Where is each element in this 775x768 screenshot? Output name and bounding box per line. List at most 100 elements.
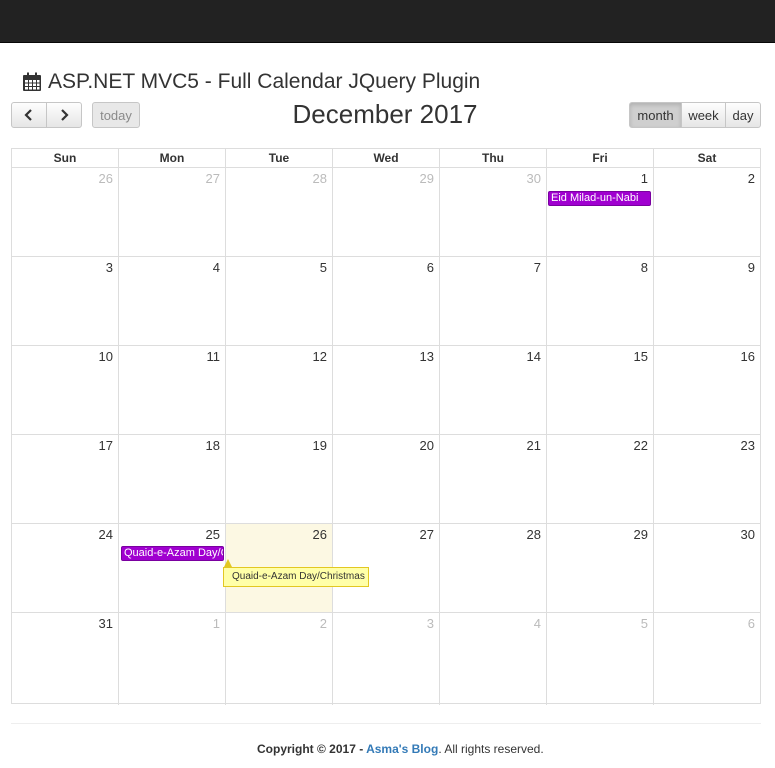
day-cell[interactable]: 26 bbox=[12, 168, 119, 256]
dow-header: Sun bbox=[12, 149, 119, 167]
today-button[interactable]: today bbox=[92, 102, 140, 128]
day-cell[interactable]: 27 bbox=[119, 168, 226, 256]
day-cell[interactable]: 2 bbox=[226, 613, 333, 705]
day-cell[interactable]: 10 bbox=[12, 346, 119, 434]
day-view-button[interactable]: day bbox=[725, 102, 761, 128]
next-button[interactable] bbox=[46, 102, 82, 128]
day-number: 27 bbox=[205, 171, 220, 186]
day-number: 3 bbox=[105, 260, 113, 275]
day-number: 9 bbox=[747, 260, 755, 275]
day-cell[interactable]: 31 bbox=[12, 613, 119, 705]
day-cell[interactable]: 20 bbox=[333, 435, 440, 523]
day-number: 28 bbox=[526, 527, 541, 542]
day-number: 14 bbox=[526, 349, 541, 364]
month-calendar-grid: Sun Mon Tue Wed Thu Fri Sat 26 27 28 29 30 1 2… bbox=[11, 148, 761, 705]
dow-header: Thu bbox=[440, 149, 547, 167]
dow-header: Tue bbox=[226, 149, 333, 167]
day-cell[interactable]: 14 bbox=[440, 346, 547, 434]
day-cell[interactable]: 4 bbox=[119, 257, 226, 345]
event-tooltip: Quaid-e-Azam Day/Christmas bbox=[223, 567, 369, 587]
day-number: 28 bbox=[312, 171, 327, 186]
week-view-button[interactable]: week bbox=[681, 102, 726, 128]
tooltip-arrow bbox=[224, 559, 232, 567]
calendar-event[interactable]: Eid Milad-un-Nabi bbox=[548, 191, 651, 206]
dow-header: Wed bbox=[333, 149, 440, 167]
day-cell[interactable]: 25 bbox=[119, 524, 226, 612]
day-number: 30 bbox=[740, 527, 755, 542]
day-number: 23 bbox=[740, 438, 755, 453]
day-cell[interactable]: 7 bbox=[440, 257, 547, 345]
day-cell[interactable]: 3 bbox=[333, 613, 440, 705]
day-number: 21 bbox=[526, 438, 541, 453]
day-number: 17 bbox=[98, 438, 113, 453]
day-number: 12 bbox=[312, 349, 327, 364]
day-number: 5 bbox=[640, 616, 648, 631]
footer-suffix: . All rights reserved. bbox=[438, 742, 544, 756]
day-number: 2 bbox=[319, 616, 327, 631]
day-cell[interactable]: 8 bbox=[547, 257, 654, 345]
calendar-weeks: 26 27 28 29 30 1 2 3 4 5 6 7 8 9 10 11 12 13 14 15 16 17 18 19 2… bbox=[12, 168, 760, 705]
day-cell[interactable]: 5 bbox=[226, 257, 333, 345]
day-number: 7 bbox=[533, 260, 541, 275]
footer-divider bbox=[11, 723, 761, 724]
day-number: 19 bbox=[312, 438, 327, 453]
top-navbar bbox=[0, 0, 775, 43]
week-row: 26 27 28 29 30 1 2 bbox=[12, 168, 760, 257]
day-cell[interactable]: 5 bbox=[547, 613, 654, 705]
day-number: 5 bbox=[319, 260, 327, 275]
day-cell[interactable]: 1 bbox=[119, 613, 226, 705]
blog-link[interactable]: Asma's Blog bbox=[366, 742, 438, 756]
day-number: 25 bbox=[205, 527, 220, 542]
day-cell[interactable]: 23 bbox=[654, 435, 760, 523]
day-number: 4 bbox=[533, 616, 541, 631]
day-cell[interactable]: 4 bbox=[440, 613, 547, 705]
day-cell[interactable]: 2 bbox=[654, 168, 760, 256]
day-cell[interactable]: 9 bbox=[654, 257, 760, 345]
day-number: 20 bbox=[419, 438, 434, 453]
month-view-button[interactable]: month bbox=[629, 102, 682, 128]
day-number: 13 bbox=[419, 349, 434, 364]
day-cell[interactable]: 28 bbox=[226, 168, 333, 256]
day-number: 4 bbox=[212, 260, 220, 275]
day-cell[interactable]: 19 bbox=[226, 435, 333, 523]
day-cell[interactable]: 1 bbox=[547, 168, 654, 256]
day-number: 1 bbox=[212, 616, 220, 631]
dow-header: Fri bbox=[547, 149, 654, 167]
day-cell[interactable]: 6 bbox=[333, 257, 440, 345]
day-number: 18 bbox=[205, 438, 220, 453]
day-cell[interactable]: 11 bbox=[119, 346, 226, 434]
day-cell[interactable]: 13 bbox=[333, 346, 440, 434]
day-cell[interactable]: 12 bbox=[226, 346, 333, 434]
calendar-event[interactable]: Quaid-e-Azam Day/C bbox=[121, 546, 224, 561]
day-number: 11 bbox=[206, 349, 221, 364]
day-cell[interactable]: 22 bbox=[547, 435, 654, 523]
day-cell[interactable]: 30 bbox=[440, 168, 547, 256]
day-cell[interactable]: 15 bbox=[547, 346, 654, 434]
day-number: 30 bbox=[526, 171, 541, 186]
week-row: 24 25 26 27 28 29 30 bbox=[12, 524, 760, 613]
day-number: 26 bbox=[98, 171, 113, 186]
day-cell[interactable]: 28 bbox=[440, 524, 547, 612]
day-cell[interactable]: 18 bbox=[119, 435, 226, 523]
day-cell[interactable]: 30 bbox=[654, 524, 760, 612]
day-number: 6 bbox=[426, 260, 434, 275]
prev-button[interactable] bbox=[11, 102, 47, 128]
day-cell[interactable]: 21 bbox=[440, 435, 547, 523]
day-cell[interactable]: 29 bbox=[333, 168, 440, 256]
day-cell[interactable]: 17 bbox=[12, 435, 119, 523]
chevron-right-icon bbox=[61, 109, 69, 121]
day-number: 15 bbox=[633, 349, 648, 364]
chevron-left-icon bbox=[24, 109, 32, 121]
day-number: 29 bbox=[633, 527, 648, 542]
day-cell[interactable]: 29 bbox=[547, 524, 654, 612]
day-number: 26 bbox=[312, 527, 327, 542]
day-number: 22 bbox=[633, 438, 648, 453]
day-cell[interactable]: 6 bbox=[654, 613, 760, 705]
calendar-title: December 2017 bbox=[292, 99, 478, 129]
day-cell[interactable]: 3 bbox=[12, 257, 119, 345]
day-cell[interactable]: 16 bbox=[654, 346, 760, 434]
day-cell[interactable]: 24 bbox=[12, 524, 119, 612]
day-number: 10 bbox=[98, 349, 113, 364]
week-row: 17 18 19 20 21 22 23 bbox=[12, 435, 760, 524]
dow-header: Mon bbox=[119, 149, 226, 167]
